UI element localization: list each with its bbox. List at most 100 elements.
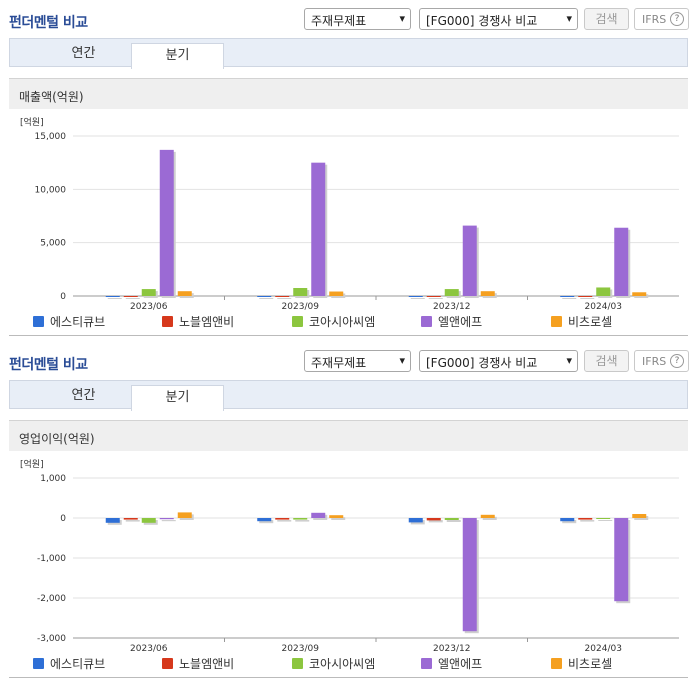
bar[interactable] — [480, 514, 495, 518]
bar-shadow — [562, 298, 577, 299]
operating-profit-chart-svg: [억원]-3,000-2,000-1,00001,0002023/06 2023/… — [20, 458, 679, 654]
bar[interactable] — [123, 518, 138, 520]
legend-item[interactable]: 엘앤에프 — [421, 657, 482, 671]
panel-header: 펀더멘털 비교 주재무제표 ▾ [FG000] 경쟁사 비교 ▾ 검색 IFRS? — [0, 342, 696, 380]
y-unit-label: [억원] — [20, 116, 44, 128]
panel-title: 펀더멘털 비교 — [9, 357, 88, 373]
chart-legend: 에스티큐브 노블엠앤비 코아시아씨엠 엘앤에프 비츠로셀 — [0, 653, 696, 675]
peer-group-select[interactable]: [FG000] 경쟁사 비교 ▾ — [419, 350, 578, 372]
bar[interactable] — [614, 227, 629, 296]
bar[interactable] — [105, 296, 120, 297]
bar[interactable] — [257, 518, 272, 522]
legend-item[interactable]: 비츠로셀 — [551, 315, 612, 329]
peer-group-select-value: [FG000] 경쟁사 비교 — [426, 356, 538, 370]
bar[interactable] — [105, 518, 120, 523]
legend-swatch — [551, 316, 562, 327]
bar[interactable] — [596, 518, 611, 519]
bar-shadow — [580, 520, 595, 522]
panel-title: 펀더멘털 비교 — [9, 15, 88, 31]
legend-item[interactable]: 비츠로셀 — [551, 657, 612, 671]
bar[interactable] — [257, 296, 272, 297]
y-tick-label: 5,000 — [40, 239, 66, 249]
peer-group-select[interactable]: [FG000] 경쟁사 비교 ▾ — [419, 8, 578, 30]
bar[interactable] — [275, 518, 290, 520]
statement-select[interactable]: 주재무제표 ▾ — [304, 8, 411, 30]
chevron-down-icon: ▾ — [399, 12, 405, 25]
bar[interactable] — [159, 149, 174, 296]
y-tick-label: 15,000 — [35, 132, 67, 142]
bar[interactable] — [578, 296, 593, 297]
bar[interactable] — [293, 288, 308, 296]
bar[interactable] — [329, 291, 344, 296]
bar[interactable] — [426, 296, 441, 297]
legend-item[interactable]: 노블엠앤비 — [162, 315, 234, 329]
bar[interactable] — [141, 289, 156, 296]
legend-item[interactable]: 코아시아씨엠 — [292, 657, 375, 671]
statement-select[interactable]: 주재무제표 ▾ — [304, 350, 411, 372]
ifrs-help-button[interactable]: IFRS? — [634, 8, 689, 30]
bar[interactable] — [329, 515, 344, 518]
bar-shadow — [125, 298, 140, 299]
legend-label: 노블엠앤비 — [179, 315, 235, 329]
bar[interactable] — [426, 518, 441, 521]
bar[interactable] — [141, 518, 156, 523]
legend-swatch — [292, 316, 303, 327]
bar-shadow — [161, 520, 176, 522]
legend-swatch — [33, 658, 44, 669]
tab-quarterly[interactable]: 분기 — [131, 385, 224, 411]
bar[interactable] — [578, 518, 593, 520]
bar[interactable] — [462, 518, 477, 632]
bar[interactable] — [311, 512, 326, 518]
bar[interactable] — [462, 225, 477, 296]
legend-swatch — [33, 316, 44, 327]
metric-label: 매출액(억원) — [9, 78, 688, 109]
bar[interactable] — [596, 287, 611, 296]
bar[interactable] — [123, 296, 138, 297]
bar-shadow — [277, 298, 292, 299]
tab-quarterly[interactable]: 분기 — [131, 43, 224, 69]
bar-shadow — [428, 298, 443, 299]
tab-annual[interactable]: 연간 — [38, 42, 129, 67]
bar[interactable] — [293, 518, 308, 520]
bar[interactable] — [632, 292, 647, 296]
legend-label: 노블엠앤비 — [179, 657, 235, 671]
legend-item[interactable]: 에스티큐브 — [33, 657, 105, 671]
bar[interactable] — [177, 291, 192, 296]
bar[interactable] — [632, 514, 647, 518]
bar[interactable] — [444, 518, 459, 520]
search-button[interactable]: 검색 — [584, 8, 629, 30]
bar[interactable] — [444, 289, 459, 296]
ifrs-help-button[interactable]: IFRS? — [634, 350, 689, 372]
search-button[interactable]: 검색 — [584, 350, 629, 372]
revenue-chart-svg: [억원]05,00010,00015,0002023/06 2023/09 2023… — [20, 116, 679, 312]
bar[interactable] — [408, 296, 423, 297]
legend-label: 비츠로셀 — [568, 315, 613, 329]
bar[interactable] — [311, 162, 326, 296]
bar-shadow — [259, 298, 274, 299]
bar-shadow — [446, 520, 461, 522]
y-tick-label: 0 — [60, 292, 66, 302]
bar-shadow — [295, 520, 310, 522]
bar[interactable] — [177, 512, 192, 518]
bar-shadow — [277, 520, 292, 522]
bar[interactable] — [159, 518, 174, 520]
bar[interactable] — [560, 518, 575, 522]
bar[interactable] — [614, 518, 629, 602]
legend-item[interactable]: 노블엠앤비 — [162, 657, 234, 671]
legend-item[interactable]: 코아시아씨엠 — [292, 315, 375, 329]
y-tick-label: -1,000 — [37, 554, 66, 564]
operating-profit-chart: [억원] -3,000 -2,000 -1,000 0 1,000 2023/06 2023/… — [0, 454, 696, 654]
bar[interactable] — [408, 518, 423, 523]
tab-annual[interactable]: 연간 — [38, 384, 129, 409]
bar[interactable] — [480, 291, 495, 296]
legend-label: 엘앤에프 — [438, 315, 483, 329]
legend-swatch — [551, 658, 562, 669]
chevron-down-icon: ▾ — [399, 354, 405, 367]
legend-item[interactable]: 에스티큐브 — [33, 315, 105, 329]
legend-label: 코아시아씨엠 — [309, 315, 376, 329]
divider — [9, 677, 688, 678]
legend-swatch — [162, 316, 173, 327]
legend-item[interactable]: 엘앤에프 — [421, 315, 482, 329]
bar[interactable] — [275, 296, 290, 297]
bar[interactable] — [560, 296, 575, 297]
